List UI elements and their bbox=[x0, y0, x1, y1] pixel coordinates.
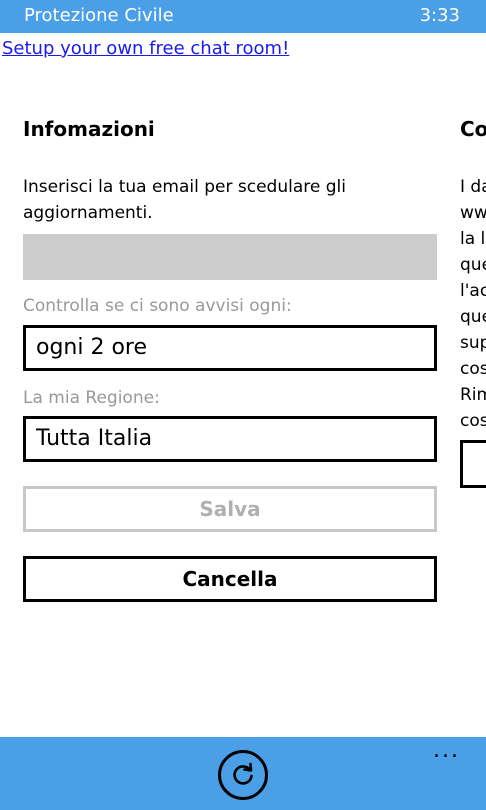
page-title: Infomazioni bbox=[23, 117, 155, 141]
next-pane-button[interactable] bbox=[460, 440, 486, 488]
refresh-icon bbox=[233, 762, 253, 785]
description-text: Inserisci la tua email per scedulare gli… bbox=[23, 177, 346, 223]
next-pane-line: Rim bbox=[460, 385, 486, 405]
next-pane-line: que bbox=[460, 255, 486, 275]
app-bar: ... bbox=[0, 737, 486, 810]
interval-label: Controlla se ci sono avvisi ogni: bbox=[23, 296, 292, 316]
next-pane-line: cos bbox=[460, 411, 486, 431]
next-pane-line: la l bbox=[460, 229, 486, 249]
next-pane-line: I da bbox=[460, 177, 486, 197]
cancel-button[interactable]: Cancella bbox=[23, 556, 437, 602]
region-label: La mia Regione: bbox=[23, 388, 160, 408]
interval-picker[interactable]: ogni 2 ore bbox=[23, 325, 437, 371]
save-button[interactable]: Salva bbox=[23, 486, 437, 532]
next-pane-line: que bbox=[460, 307, 486, 327]
next-pane-line: l'ac bbox=[460, 281, 486, 301]
next-pane-line: ww bbox=[460, 203, 486, 223]
clock: 3:33 bbox=[419, 5, 460, 26]
app-title: Protezione Civile bbox=[24, 5, 174, 26]
status-bar: Protezione Civile 3:33 bbox=[0, 0, 486, 33]
next-pane-text: I da ww la l que l'ac que sup cos Rim co… bbox=[460, 174, 486, 434]
refresh-button[interactable] bbox=[218, 750, 268, 800]
more-menu-icon[interactable]: ... bbox=[433, 740, 460, 762]
email-field[interactable] bbox=[23, 234, 437, 280]
next-pane-title: Co bbox=[460, 117, 486, 141]
region-picker[interactable]: Tutta Italia bbox=[23, 416, 437, 462]
next-pane-line: sup bbox=[460, 333, 486, 353]
ad-link[interactable]: Setup your own free chat room! bbox=[2, 38, 289, 59]
next-pane-line: cos bbox=[460, 359, 486, 379]
